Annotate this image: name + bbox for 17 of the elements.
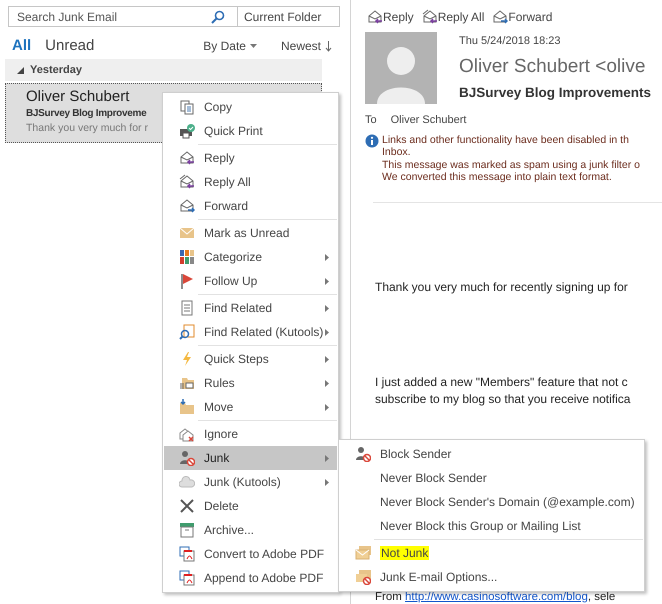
notice-text: Links and other functionality have been disabled in th (382, 134, 630, 146)
body-text: Thank you very much for recently signing up for (375, 278, 629, 296)
subject-header: BJSurvey Blog Improvements (459, 84, 652, 102)
body-text: From http://www.casinosoftware.com/blog, sele (375, 590, 616, 604)
sender-header: Oliver Schubert <olive (459, 54, 646, 78)
subject-text: BJSurvey Blog Improveme (26, 107, 146, 121)
body-text: subscribe to my blog so that you receive notifica (375, 390, 632, 408)
recipient-name: Oliver Schubert (390, 113, 466, 128)
body-text: I just added a new "Members" feature that not c (375, 374, 629, 390)
group-label: Yesterday (30, 62, 82, 78)
to-label: To (365, 113, 377, 128)
notice-text: Inbox. (382, 146, 412, 158)
notice-text: We converted this message into plain text format. (382, 171, 613, 184)
preview-text: Thank you very much for r (26, 121, 148, 136)
sender-name: Oliver Schubert (26, 88, 130, 106)
notice-text: This message was marked as spam using a junk filter o (382, 158, 640, 171)
date-text: Thu 5/24/2018 18:23 (459, 34, 562, 49)
